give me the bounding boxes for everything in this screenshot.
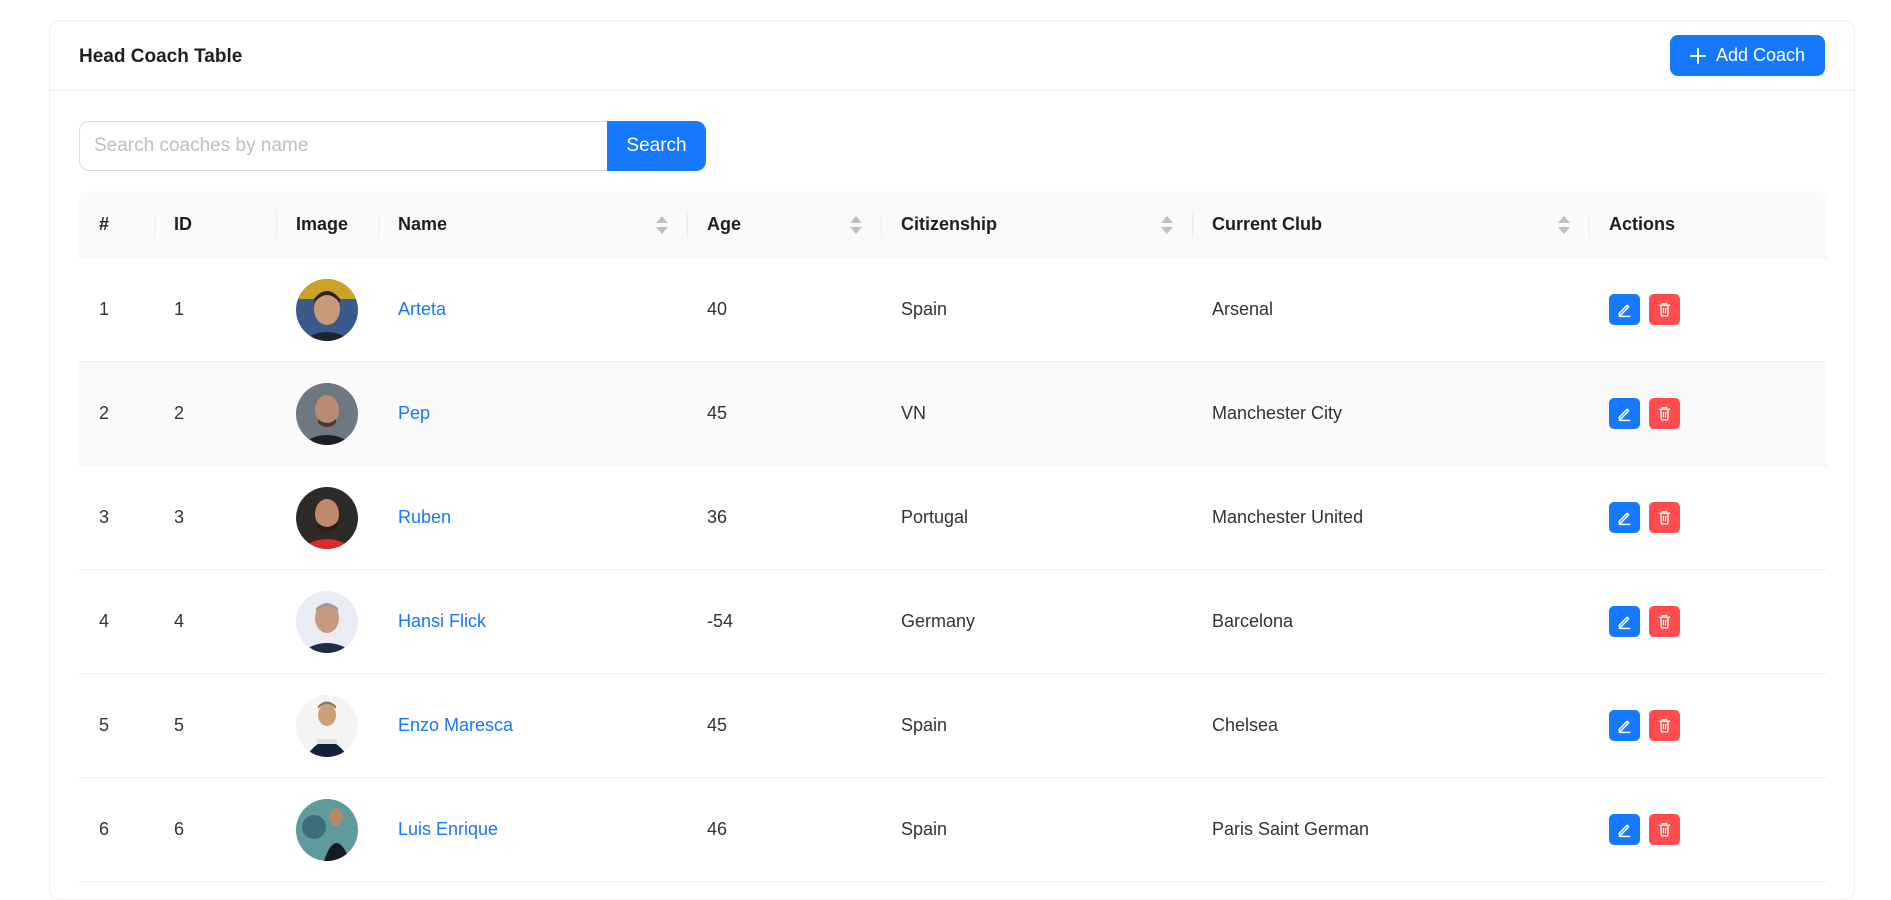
row-age: 36 xyxy=(687,466,881,570)
row-id: 2 xyxy=(154,362,276,466)
row-citizenship: VN xyxy=(881,362,1192,466)
row-club: Manchester United xyxy=(1192,466,1589,570)
delete-button[interactable] xyxy=(1649,502,1680,533)
avatar xyxy=(296,590,358,653)
table-row: 5 5 Enzo Maresca 45 Spain Chelsea xyxy=(79,674,1827,778)
delete-button[interactable] xyxy=(1649,606,1680,637)
coach-name-link[interactable]: Pep xyxy=(398,403,430,423)
edit-button[interactable] xyxy=(1609,398,1640,429)
row-club: Chelsea xyxy=(1192,674,1589,778)
row-index: 3 xyxy=(79,466,154,570)
table-row: 6 6 Luis Enrique 46 Spain Paris Saint Ge… xyxy=(79,778,1827,882)
search-bar: Search xyxy=(79,121,706,171)
card-header: Head Coach Table Add Coach xyxy=(50,21,1854,91)
coach-name-link[interactable]: Arteta xyxy=(398,299,446,319)
edit-icon xyxy=(1618,720,1631,734)
avatar xyxy=(296,382,358,445)
coach-name-link[interactable]: Ruben xyxy=(398,507,451,527)
table-row: 1 1 Arteta 40 Spain Arsenal xyxy=(79,258,1827,362)
sort-icon[interactable] xyxy=(850,216,862,234)
delete-button[interactable] xyxy=(1649,398,1680,429)
coach-table: # ID Image Name Age Citizenship Current … xyxy=(79,191,1827,882)
row-index: 5 xyxy=(79,674,154,778)
row-age: -54 xyxy=(687,570,881,674)
coach-name-link[interactable]: Luis Enrique xyxy=(398,819,498,839)
trash-icon xyxy=(1659,614,1670,629)
search-button[interactable]: Search xyxy=(607,121,706,171)
column-header-citizenship[interactable]: Citizenship xyxy=(881,191,1192,258)
coach-name-link[interactable]: Hansi Flick xyxy=(398,611,486,631)
row-age: 45 xyxy=(687,674,881,778)
row-id: 5 xyxy=(154,674,276,778)
edit-button[interactable] xyxy=(1609,814,1640,845)
row-index: 6 xyxy=(79,778,154,882)
add-coach-button[interactable]: Add Coach xyxy=(1669,35,1825,76)
row-id: 6 xyxy=(154,778,276,882)
row-index: 2 xyxy=(79,362,154,466)
column-header-current-club[interactable]: Current Club xyxy=(1192,191,1589,258)
trash-icon xyxy=(1659,406,1670,421)
row-club: Barcelona xyxy=(1192,570,1589,674)
column-header-id: ID xyxy=(154,191,276,258)
avatar xyxy=(296,486,358,549)
delete-button[interactable] xyxy=(1649,814,1680,845)
edit-icon xyxy=(1618,616,1631,630)
delete-button[interactable] xyxy=(1649,294,1680,325)
coach-name-link[interactable]: Enzo Maresca xyxy=(398,715,513,735)
edit-icon xyxy=(1618,304,1631,318)
edit-icon xyxy=(1618,408,1631,422)
sort-icon[interactable] xyxy=(1558,216,1570,234)
row-club: Arsenal xyxy=(1192,258,1589,362)
column-header-index: # xyxy=(79,191,154,258)
trash-icon xyxy=(1659,302,1670,317)
trash-icon xyxy=(1659,822,1670,837)
search-input[interactable] xyxy=(79,121,607,171)
sort-icon[interactable] xyxy=(656,216,668,234)
row-citizenship: Spain xyxy=(881,674,1192,778)
row-age: 40 xyxy=(687,258,881,362)
trash-icon xyxy=(1659,510,1670,525)
row-citizenship: Germany xyxy=(881,570,1192,674)
row-index: 1 xyxy=(79,258,154,362)
row-id: 1 xyxy=(154,258,276,362)
row-club: Paris Saint German xyxy=(1192,778,1589,882)
row-citizenship: Portugal xyxy=(881,466,1192,570)
row-citizenship: Spain xyxy=(881,258,1192,362)
table-row: 3 3 Ruben 36 Portugal Manchester United xyxy=(79,466,1827,570)
column-header-image: Image xyxy=(276,191,378,258)
row-id: 4 xyxy=(154,570,276,674)
add-coach-label: Add Coach xyxy=(1715,45,1805,65)
column-header-age[interactable]: Age xyxy=(687,191,881,258)
avatar xyxy=(296,278,358,341)
edit-button[interactable] xyxy=(1609,502,1640,533)
edit-button[interactable] xyxy=(1609,606,1640,637)
row-age: 45 xyxy=(687,362,881,466)
table-header-row: # ID Image Name Age Citizenship Current … xyxy=(79,191,1827,258)
edit-button[interactable] xyxy=(1609,294,1640,325)
plus-icon xyxy=(1689,47,1706,64)
avatar xyxy=(296,798,358,861)
row-id: 3 xyxy=(154,466,276,570)
row-citizenship: Spain xyxy=(881,778,1192,882)
page-title: Head Coach Table xyxy=(79,46,243,67)
table-row: 4 4 Hansi Flick -54 Germany Barcelona xyxy=(79,570,1827,674)
row-age: 46 xyxy=(687,778,881,882)
table-row: 2 2 Pep 45 VN Manchester City xyxy=(79,362,1827,466)
edit-button[interactable] xyxy=(1609,710,1640,741)
column-header-actions: Actions xyxy=(1589,191,1827,258)
row-index: 4 xyxy=(79,570,154,674)
avatar xyxy=(296,694,358,757)
delete-button[interactable] xyxy=(1649,710,1680,741)
trash-icon xyxy=(1659,718,1670,733)
edit-icon xyxy=(1618,824,1631,838)
sort-icon[interactable] xyxy=(1161,216,1173,234)
edit-icon xyxy=(1618,512,1631,526)
row-club: Manchester City xyxy=(1192,362,1589,466)
head-coach-card: Head Coach Table Add Coach Search # ID I… xyxy=(49,20,1855,900)
column-header-name[interactable]: Name xyxy=(378,191,687,258)
